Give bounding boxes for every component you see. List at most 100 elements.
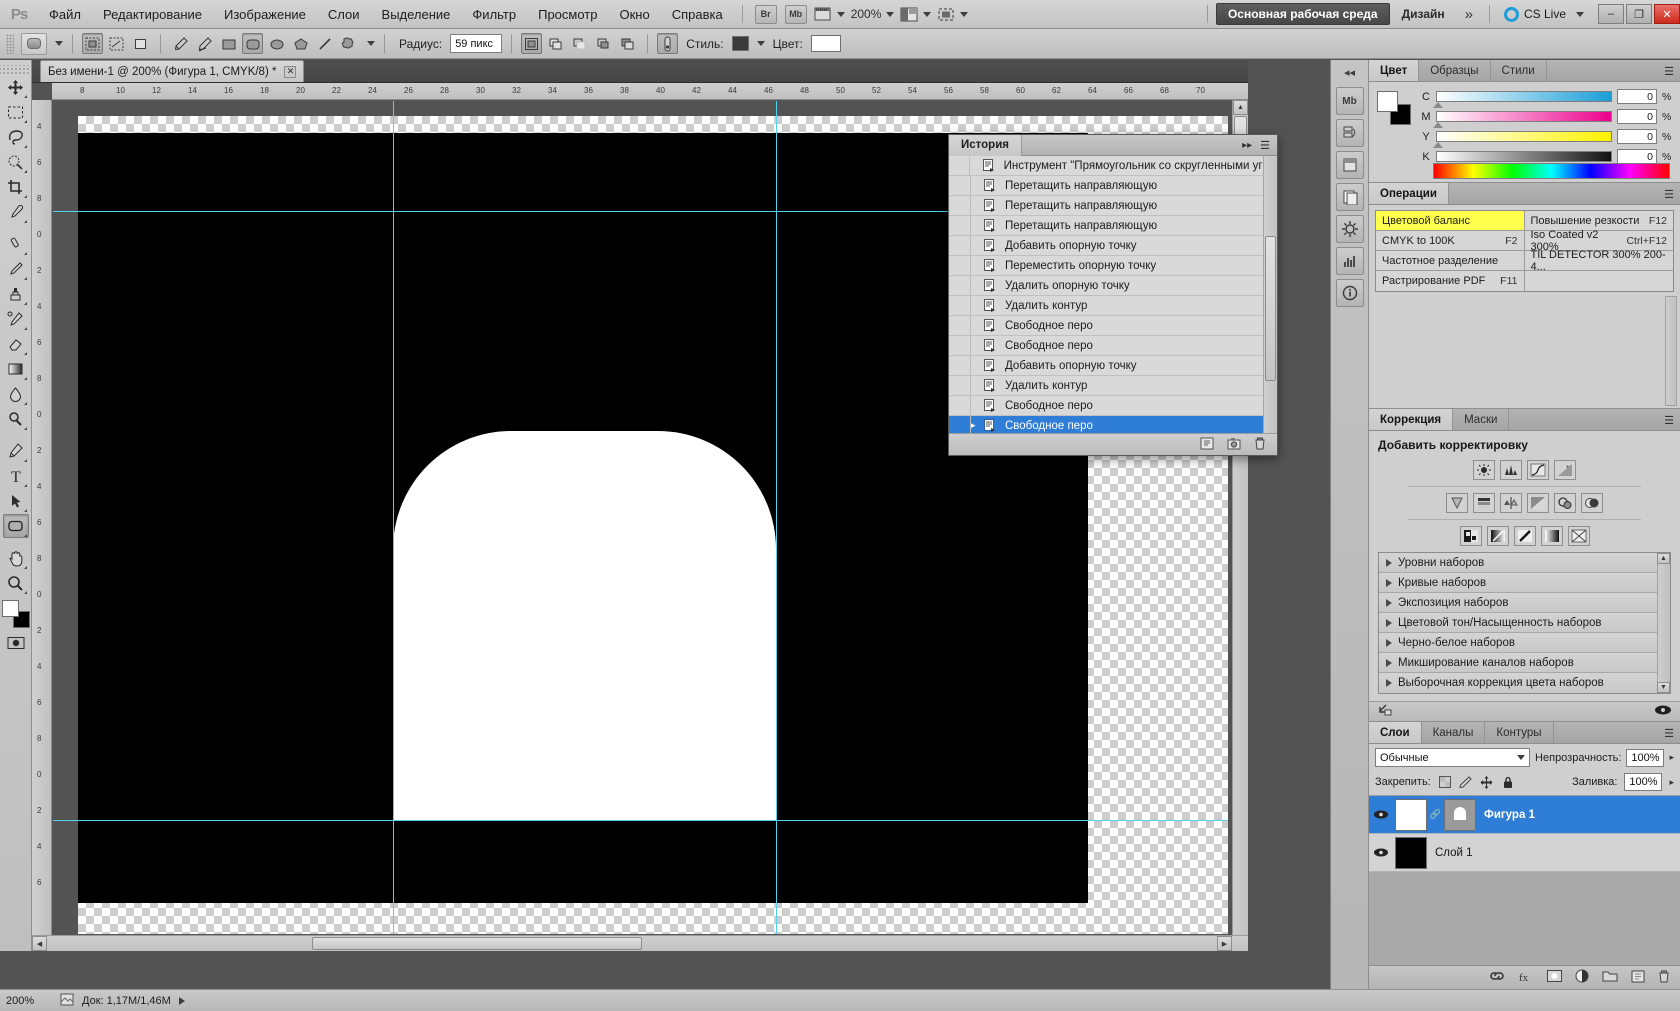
histogram-dock-icon[interactable] bbox=[1335, 247, 1364, 275]
zoom-level-dropdown[interactable]: 200% bbox=[851, 7, 895, 21]
menu-image[interactable]: Изображение bbox=[213, 3, 317, 26]
tab-paths[interactable]: Контуры bbox=[1485, 722, 1554, 743]
options-bar-grip[interactable] bbox=[6, 33, 14, 54]
posterize-icon[interactable] bbox=[1486, 526, 1509, 546]
chevron-down-icon[interactable] bbox=[756, 41, 765, 46]
fill-input[interactable]: 100% bbox=[1624, 773, 1663, 791]
operations-scrollbar[interactable] bbox=[1665, 296, 1677, 406]
radius-input[interactable]: 59 пикс bbox=[450, 34, 503, 53]
tool-lasso[interactable] bbox=[3, 125, 29, 149]
operation-button[interactable]: CMYK to 100K F2 bbox=[1376, 231, 1525, 251]
channel-value-m[interactable]: 0 bbox=[1617, 109, 1657, 124]
layer-visibility-icon[interactable] bbox=[1371, 847, 1391, 858]
foreground-color-swatch[interactable] bbox=[1377, 91, 1398, 112]
tool-dodge[interactable] bbox=[3, 407, 29, 431]
actions-dock-icon[interactable] bbox=[1335, 215, 1364, 243]
polygon-tool-button[interactable] bbox=[290, 33, 311, 54]
history-snapshot-toggle[interactable] bbox=[949, 176, 971, 195]
maximize-button[interactable]: ❐ bbox=[1626, 4, 1652, 24]
menu-layers[interactable]: Слои bbox=[317, 3, 371, 26]
tool-history-brush[interactable] bbox=[3, 307, 29, 331]
slider-track-m[interactable] bbox=[1433, 111, 1612, 128]
selective-color-icon[interactable] bbox=[1567, 526, 1590, 546]
menu-filter[interactable]: Фильтр bbox=[461, 3, 527, 26]
shape-layer-mode-button[interactable] bbox=[82, 33, 103, 54]
status-zoom-value[interactable]: 200% bbox=[6, 995, 52, 1007]
layer-style-icon[interactable]: fx bbox=[1518, 970, 1534, 986]
layer-style-button[interactable] bbox=[657, 33, 679, 54]
photo-filter-icon[interactable] bbox=[1554, 493, 1576, 513]
history-snapshot-toggle[interactable] bbox=[949, 236, 971, 255]
launch-bridge-button[interactable]: Br bbox=[754, 4, 777, 24]
layer-thumbnail[interactable] bbox=[1395, 836, 1427, 869]
slider-thumb-c[interactable] bbox=[1433, 102, 1443, 108]
mini-bridge-dock-icon[interactable]: Mb bbox=[1335, 87, 1364, 115]
clip-to-layer-icon[interactable] bbox=[1377, 703, 1393, 720]
layer-comps-dock-icon[interactable] bbox=[1335, 151, 1364, 179]
scroll-down-arrow[interactable]: ▼ bbox=[1657, 682, 1670, 693]
slider-thumb-m[interactable] bbox=[1433, 122, 1443, 128]
lock-position-icon[interactable] bbox=[1480, 775, 1494, 789]
history-snapshot-toggle[interactable] bbox=[949, 196, 971, 215]
tab-masks[interactable]: Маски bbox=[1453, 409, 1510, 430]
panel-menu-icon[interactable]: ☰ bbox=[1664, 188, 1674, 201]
history-list[interactable]: Инструмент "Прямоугольник со скругленным… bbox=[949, 156, 1277, 433]
add-layer-mask-icon[interactable] bbox=[1547, 970, 1562, 985]
close-icon[interactable]: ✕ bbox=[284, 65, 297, 78]
tab-channels[interactable]: Каналы bbox=[1422, 722, 1486, 743]
tool-blur[interactable] bbox=[3, 382, 29, 406]
tool-type[interactable]: T bbox=[3, 464, 29, 488]
history-snapshot-toggle[interactable] bbox=[949, 356, 971, 375]
history-snapshot-toggle[interactable] bbox=[949, 376, 971, 395]
history-item[interactable]: Перетащить направляющую bbox=[949, 176, 1277, 196]
preset-item[interactable]: Экспозиция наборов bbox=[1379, 593, 1670, 613]
operation-button-empty[interactable] bbox=[1524, 271, 1673, 291]
status-popup-arrow-icon[interactable] bbox=[178, 996, 185, 1005]
exclude-shape-button[interactable] bbox=[617, 33, 638, 54]
horizontal-scroll-thumb[interactable] bbox=[312, 937, 642, 950]
black-white-icon[interactable] bbox=[1527, 493, 1549, 513]
rectangle-tool-button[interactable] bbox=[218, 33, 239, 54]
history-snapshot-toggle[interactable] bbox=[949, 216, 971, 235]
fill-scrubber-icon[interactable]: ▸ bbox=[1669, 777, 1674, 788]
scroll-left-arrow[interactable]: ◀ bbox=[32, 936, 47, 951]
panel-menu-icon[interactable]: ☰ bbox=[1664, 65, 1674, 78]
history-panel-titlebar[interactable]: История ▸▸ ☰ bbox=[949, 134, 1277, 156]
tool-eraser[interactable] bbox=[3, 332, 29, 356]
preset-item[interactable]: Выборочная коррекция цвета наборов bbox=[1379, 673, 1670, 693]
layer-link-icon[interactable]: 🔗 bbox=[1430, 809, 1441, 820]
vertical-ruler[interactable]: 4 6 8 0 2 4 6 8 0 2 4 6 8 0 2 4 6 8 0 2 … bbox=[32, 100, 52, 951]
workspace-essentials-button[interactable]: Основная рабочая среда bbox=[1215, 3, 1390, 25]
preset-item[interactable]: Микширование каналов наборов bbox=[1379, 653, 1670, 673]
create-new-snapshot-icon[interactable] bbox=[1227, 437, 1241, 453]
layer-name[interactable]: Фигура 1 bbox=[1480, 809, 1535, 821]
hue-saturation-icon[interactable] bbox=[1473, 493, 1495, 513]
preset-item[interactable]: Черно-белое наборов bbox=[1379, 633, 1670, 653]
rounded-rectangle-tool-button[interactable] bbox=[242, 33, 263, 54]
tool-move[interactable] bbox=[3, 75, 29, 99]
operation-button[interactable]: Частотное разделение bbox=[1376, 251, 1525, 271]
tool-rounded-rectangle[interactable] bbox=[2, 514, 29, 538]
adjustment-presets-list[interactable]: Уровни наборов Кривые наборов Экспозиция… bbox=[1378, 552, 1671, 694]
preset-item[interactable]: Уровни наборов bbox=[1379, 553, 1670, 573]
levels-icon[interactable] bbox=[1500, 460, 1522, 480]
lock-all-icon[interactable] bbox=[1501, 775, 1515, 789]
launch-mini-bridge-button[interactable]: Mb bbox=[784, 4, 807, 24]
channel-value-y[interactable]: 0 bbox=[1617, 129, 1657, 144]
layer-name[interactable]: Слой 1 bbox=[1431, 847, 1473, 859]
history-item[interactable]: Свободное перо bbox=[949, 396, 1277, 416]
foreground-background-colors[interactable] bbox=[1, 600, 30, 628]
workspace-more-button[interactable]: » bbox=[1457, 6, 1481, 23]
menu-select[interactable]: Выделение bbox=[371, 3, 462, 26]
history-item-selected[interactable]: ▸ Свободное перо bbox=[949, 416, 1277, 433]
opacity-scrubber-icon[interactable]: ▸ bbox=[1669, 752, 1674, 763]
view-extras-dropdown[interactable] bbox=[814, 6, 845, 22]
cs-live-button[interactable]: CS Live bbox=[1498, 6, 1590, 22]
tool-path-selection[interactable] bbox=[3, 489, 29, 513]
expand-dock-icon[interactable]: ◂◂ bbox=[1331, 64, 1368, 83]
new-shape-layer-button[interactable] bbox=[521, 33, 543, 54]
menu-window[interactable]: Окно bbox=[608, 3, 660, 26]
history-snapshot-toggle[interactable] bbox=[949, 296, 971, 315]
preset-item[interactable]: Цветовой тон/Насыщенность наборов bbox=[1379, 613, 1670, 633]
history-item[interactable]: Удалить опорную точку bbox=[949, 276, 1277, 296]
